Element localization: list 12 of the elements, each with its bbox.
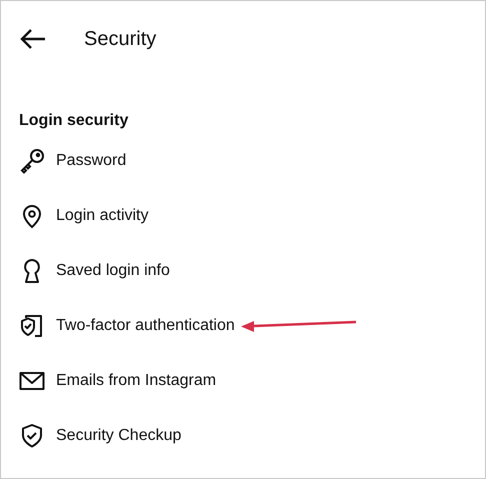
back-icon[interactable] <box>20 29 46 49</box>
shield-check-icon <box>19 422 45 448</box>
settings-item[interactable]: Saved login info <box>19 258 170 284</box>
settings-item[interactable]: Password <box>19 148 126 174</box>
section-title: Login security <box>19 111 130 131</box>
settings-item[interactable]: Login activity <box>19 202 148 228</box>
settings-item[interactable]: Emails from Instagram <box>19 368 216 394</box>
page-title: Security <box>84 28 156 50</box>
settings-item[interactable]: Two-factor authentication <box>19 312 235 338</box>
shield-device-icon <box>19 312 45 338</box>
settings-item[interactable]: Security Checkup <box>19 422 182 448</box>
key-icon <box>19 148 45 174</box>
